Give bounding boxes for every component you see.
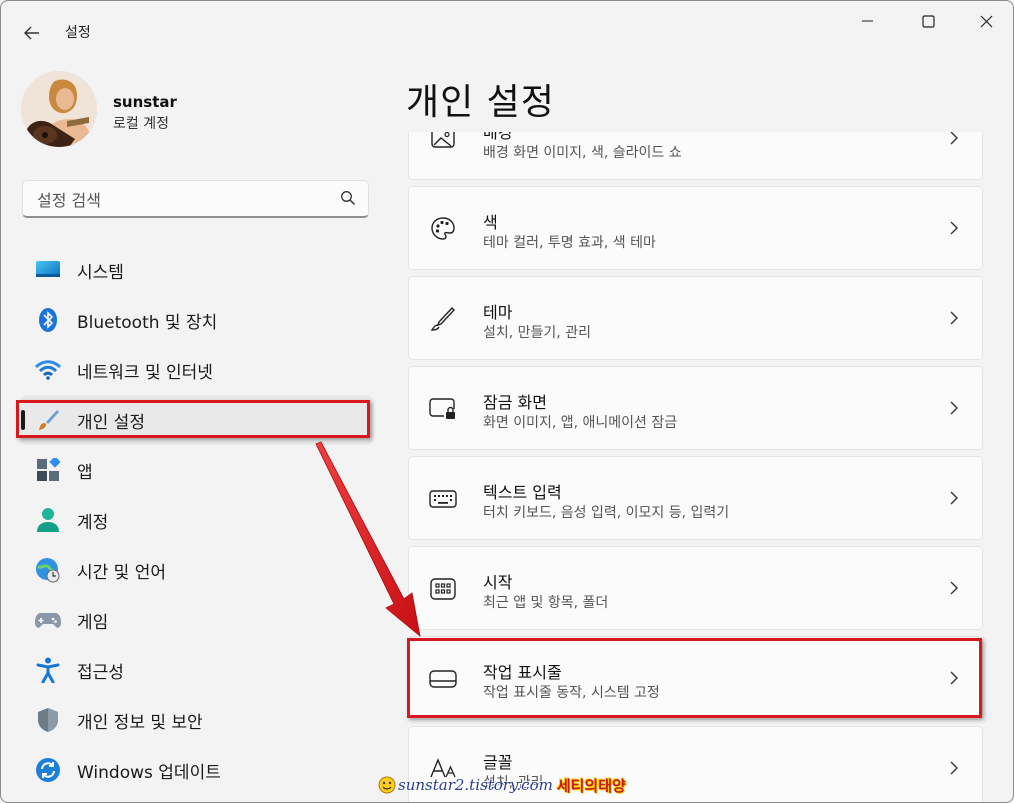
sidebar-item-label: 계정 — [77, 512, 109, 533]
sidebar-item-label: 앱 — [77, 462, 93, 483]
pen-icon — [429, 305, 457, 333]
sidebar-item-accessibility[interactable]: 접근성 — [21, 645, 373, 695]
sidebar-item-gaming[interactable]: 게임 — [21, 595, 373, 645]
card-title: 잠금 화면 — [483, 393, 547, 412]
card-colors[interactable]: 색 테마 컬러, 투명 효과, 색 테마 — [408, 186, 983, 270]
close-button[interactable] — [957, 1, 1013, 41]
keyboard-icon — [429, 485, 457, 513]
apps-icon — [35, 457, 61, 483]
search-input[interactable] — [35, 187, 329, 213]
accessibility-icon — [35, 657, 61, 683]
chevron-right-icon — [950, 311, 958, 325]
watermark-name: 세티의태양 — [556, 776, 626, 795]
highlight-box-taskbar — [407, 638, 982, 718]
sidebar-nav: 시스템 Bluetooth 및 장치 네트워크 및 인터넷 개인 설정 앱 계정… — [21, 245, 373, 795]
minimize-icon — [862, 20, 873, 22]
sidebar-item-label: 게임 — [77, 612, 109, 633]
card-lock-screen[interactable]: 잠금 화면 화면 이미지, 앱, 애니메이션 잠금 — [408, 366, 983, 450]
update-icon — [35, 757, 61, 783]
card-subtitle: 화면 이미지, 앱, 애니메이션 잠금 — [483, 415, 678, 431]
account-icon — [35, 507, 61, 533]
smiley-icon — [378, 776, 396, 794]
card-subtitle: 터치 키보드, 음성 입력, 이모지 등, 입력기 — [483, 505, 730, 521]
sidebar-item-label: 접근성 — [77, 662, 124, 683]
highlight-box-personalization — [16, 400, 370, 438]
chevron-right-icon — [950, 132, 958, 145]
card-title: 텍스트 입력 — [483, 483, 562, 502]
sidebar-item-label: 개인 정보 및 보안 — [77, 712, 203, 733]
shield-icon — [35, 707, 61, 733]
sidebar-item-label: Windows 업데이트 — [77, 762, 221, 783]
chevron-right-icon — [950, 221, 958, 235]
sidebar-item-time-language[interactable]: 시간 및 언어 — [21, 545, 373, 595]
username: sunstar — [113, 93, 177, 111]
bluetooth-icon — [35, 307, 61, 333]
back-arrow-icon — [24, 26, 39, 40]
maximize-button[interactable] — [899, 1, 957, 41]
sidebar-item-label: 시스템 — [77, 262, 124, 283]
avatar — [21, 71, 97, 147]
card-themes[interactable]: 테마 설치, 만들기, 관리 — [408, 276, 983, 360]
image-icon — [429, 132, 457, 153]
watermark: sunstar2.tistory.com 세티의태양 — [378, 772, 626, 798]
search-box — [22, 180, 369, 218]
palette-icon — [429, 215, 457, 243]
user-profile[interactable]: sunstar 로컬 계정 — [21, 71, 371, 151]
card-background[interactable]: 배경 배경 화면 이미지, 색, 슬라이드 쇼 — [408, 132, 983, 180]
back-button[interactable] — [15, 17, 49, 49]
chevron-right-icon — [950, 761, 958, 775]
card-start[interactable]: 시작 최근 앱 및 항목, 폴더 — [408, 546, 983, 630]
maximize-icon — [921, 14, 935, 28]
card-title: 글꼴 — [483, 753, 513, 772]
search-icon[interactable] — [340, 190, 356, 206]
card-subtitle: 설치, 만들기, 관리 — [483, 325, 591, 341]
sidebar-item-windows-update[interactable]: Windows 업데이트 — [21, 745, 373, 795]
sidebar-item-label: 네트워크 및 인터넷 — [77, 362, 213, 383]
card-title: 시작 — [483, 573, 513, 592]
page-title: 개인 설정 — [406, 82, 555, 123]
sidebar-item-label: 시간 및 언어 — [77, 562, 167, 583]
watermark-url: sunstar2.tistory.com — [398, 776, 553, 794]
lock-screen-icon — [429, 395, 457, 423]
card-subtitle: 최근 앱 및 항목, 폴더 — [483, 595, 609, 611]
sidebar-item-accounts[interactable]: 계정 — [21, 495, 373, 545]
title-bar: 설정 — [1, 1, 1013, 63]
card-title: 테마 — [483, 303, 513, 322]
sidebar-item-network[interactable]: 네트워크 및 인터넷 — [21, 345, 373, 395]
sidebar-item-privacy[interactable]: 개인 정보 및 보안 — [21, 695, 373, 745]
app-title: 설정 — [65, 25, 91, 41]
wifi-icon — [35, 357, 61, 383]
close-icon — [980, 15, 992, 27]
gamepad-icon — [35, 607, 61, 633]
sidebar-item-system[interactable]: 시스템 — [21, 245, 373, 295]
start-icon — [429, 575, 457, 603]
sidebar-item-apps[interactable]: 앱 — [21, 445, 373, 495]
system-icon — [35, 257, 61, 283]
card-subtitle: 배경 화면 이미지, 색, 슬라이드 쇼 — [483, 145, 682, 161]
chevron-right-icon — [950, 581, 958, 595]
card-title: 색 — [483, 213, 498, 232]
chevron-right-icon — [950, 401, 958, 415]
sidebar-item-bluetooth[interactable]: Bluetooth 및 장치 — [21, 295, 373, 345]
sidebar-item-label: Bluetooth 및 장치 — [77, 312, 218, 333]
account-type: 로컬 계정 — [113, 116, 169, 132]
globe-clock-icon — [35, 557, 61, 583]
card-subtitle: 테마 컬러, 투명 효과, 색 테마 — [483, 235, 656, 251]
avatar-image — [21, 71, 97, 147]
minimize-button[interactable] — [839, 1, 897, 41]
card-text-input[interactable]: 텍스트 입력 터치 키보드, 음성 입력, 이모지 등, 입력기 — [408, 456, 983, 540]
chevron-right-icon — [950, 491, 958, 505]
